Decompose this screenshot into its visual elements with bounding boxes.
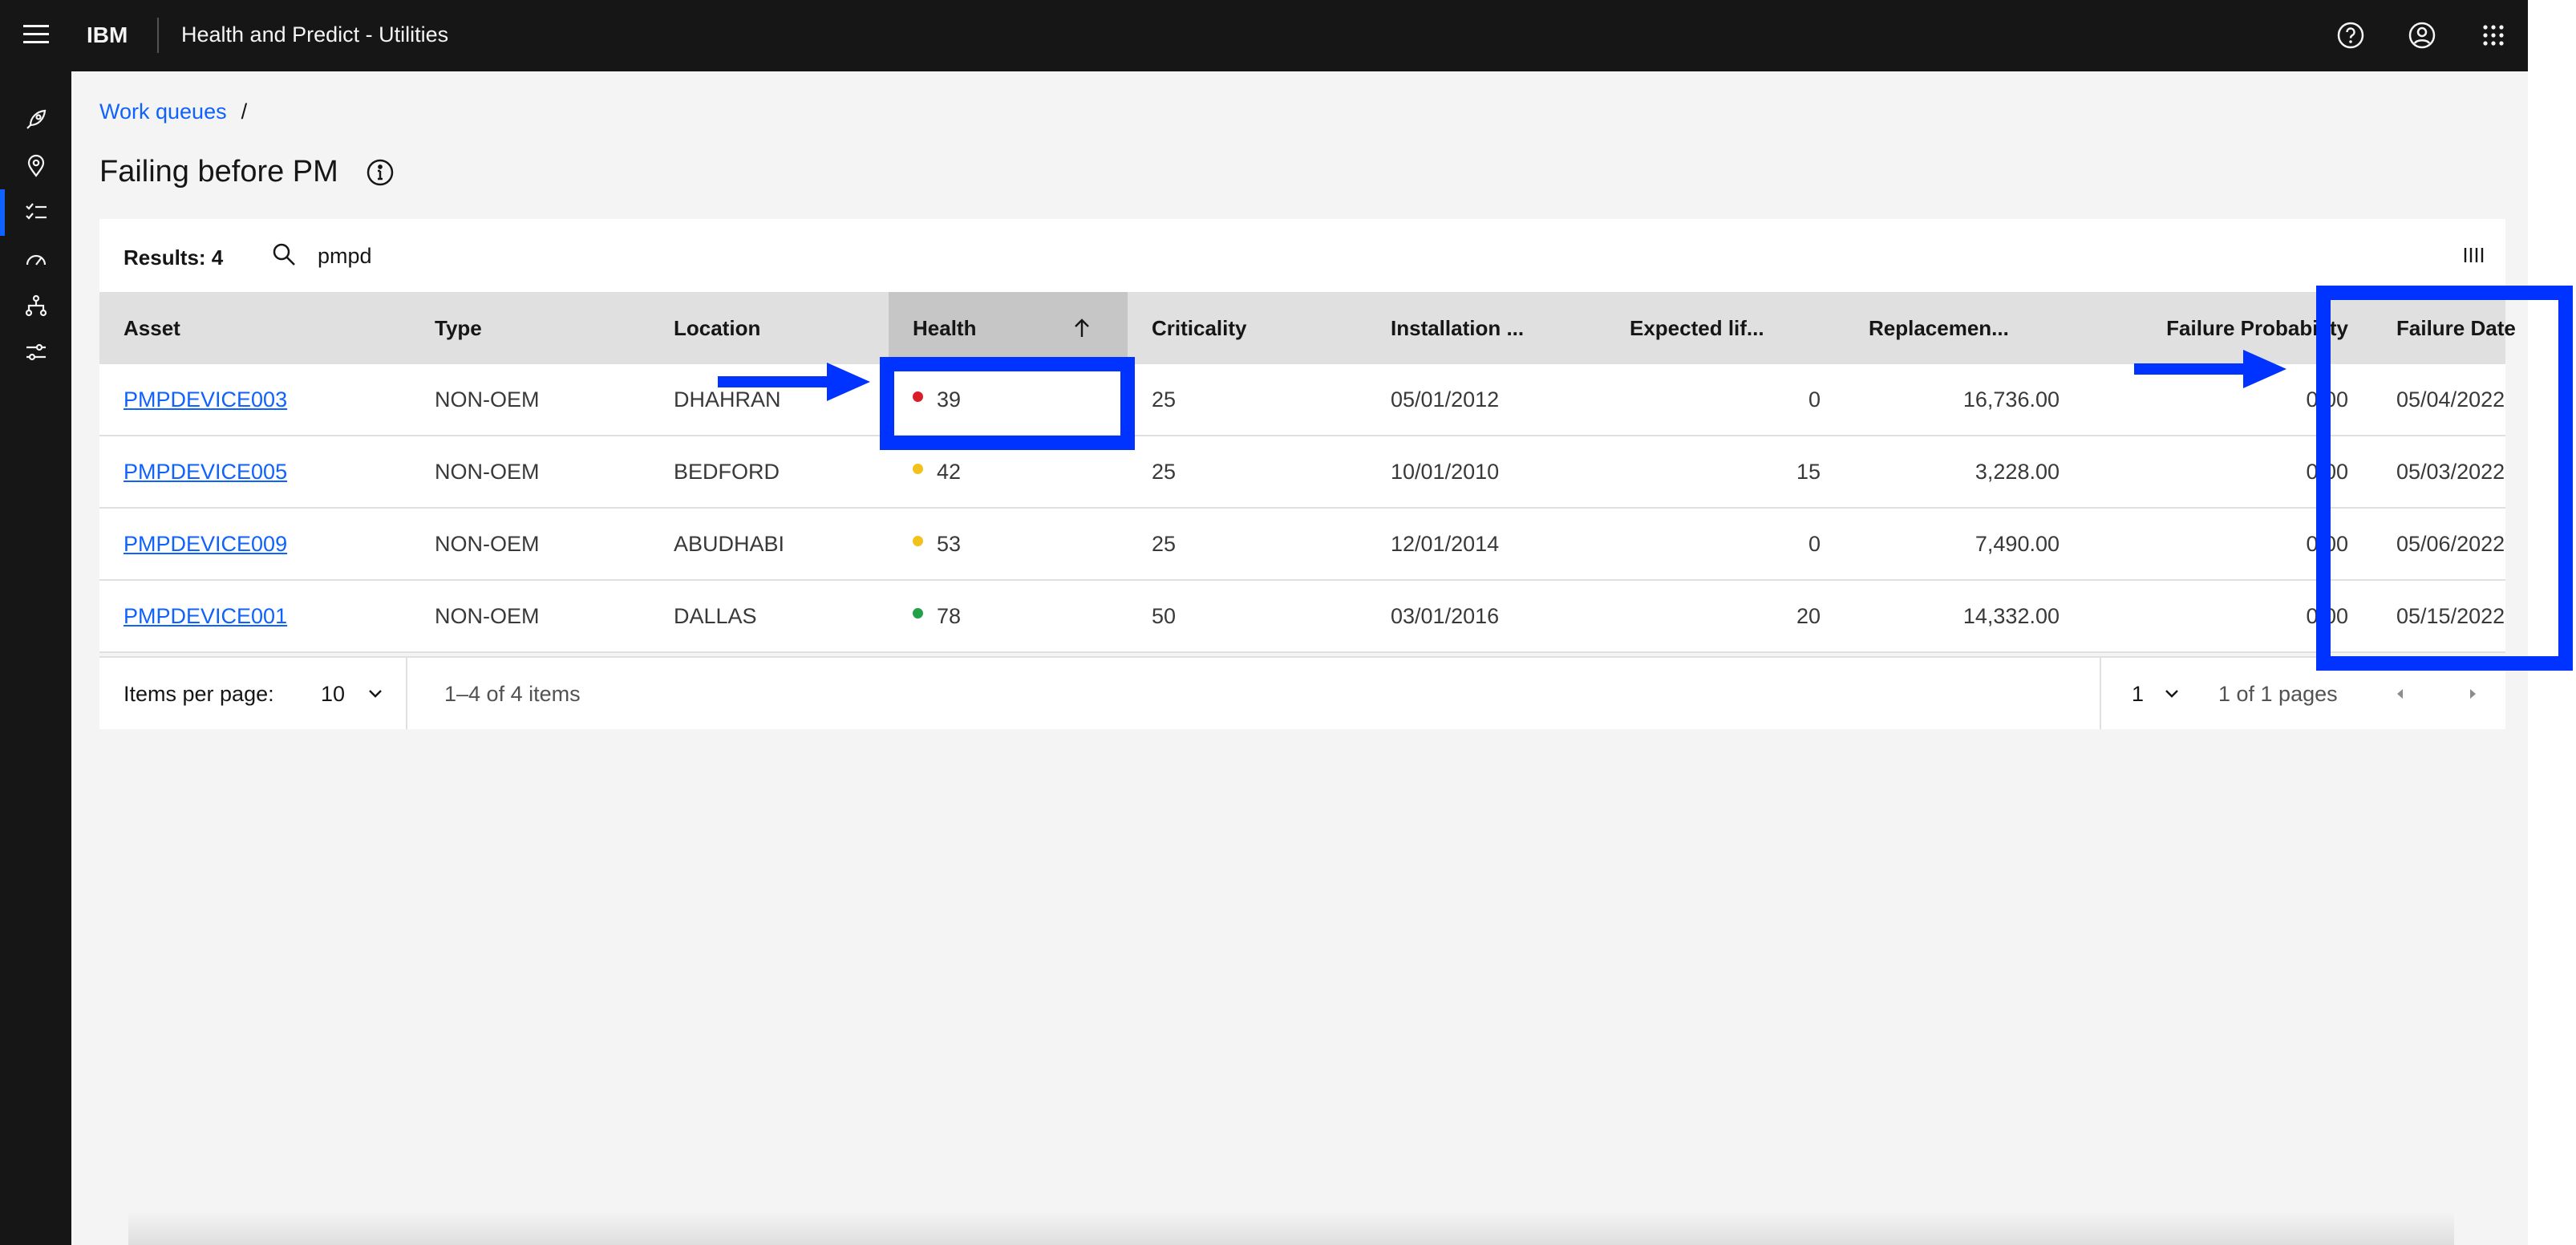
table-row[interactable]: PMPDEVICE009 NON-OEM ABUDHABI 53 25 12/0… <box>99 509 2505 581</box>
asset-cell: PMPDEVICE001 <box>99 581 411 651</box>
bottom-shadow <box>128 1211 2454 1245</box>
breadcrumb: Work queues / <box>99 99 247 124</box>
expected-life-cell: 20 <box>1796 604 1821 628</box>
column-header-location[interactable]: Location <box>650 292 889 364</box>
pagination: Items per page: 10 1–4 of 4 items 1 1 of… <box>99 656 2505 729</box>
column-header-health-label: Health <box>913 316 977 340</box>
installation-cell: 05/01/2012 <box>1391 387 1500 412</box>
user-profile-icon[interactable] <box>2404 18 2440 53</box>
checklist-icon[interactable] <box>0 189 71 236</box>
sort-ascending-icon <box>1075 318 1089 337</box>
column-header-replacement[interactable]: Replacemen... <box>1845 292 2084 364</box>
info-icon[interactable] <box>365 157 395 188</box>
search-icon[interactable] <box>271 241 298 269</box>
app-title: Health and Predict - Utilities <box>181 22 449 47</box>
location-cell: DALLAS <box>674 604 757 628</box>
replacement-cell: 3,228.00 <box>1975 460 2060 484</box>
arrow-right-icon <box>2134 350 2286 388</box>
asset-link[interactable]: PMPDEVICE001 <box>124 604 287 628</box>
column-header-type[interactable]: Type <box>411 292 650 364</box>
pagination-divider <box>2100 658 2101 729</box>
header-divider <box>157 18 159 53</box>
criticality-cell: 25 <box>1152 387 1177 412</box>
criticality-cell: 50 <box>1152 604 1177 628</box>
search-input[interactable]: pmpd <box>318 244 372 269</box>
items-per-page-select[interactable]: 10 <box>321 682 345 707</box>
results-count: Results: 4 <box>124 245 224 270</box>
side-nav <box>0 71 71 1245</box>
asset-cell: PMPDEVICE005 <box>99 436 411 507</box>
installation-cell: 10/01/2010 <box>1391 460 1500 484</box>
app-switcher-icon[interactable] <box>2476 18 2511 53</box>
rocket-icon[interactable] <box>0 96 71 143</box>
health-cell: 53 <box>889 509 1128 579</box>
asset-link[interactable]: PMPDEVICE005 <box>124 460 287 484</box>
help-icon[interactable] <box>2333 18 2368 53</box>
replacement-cell: 14,332.00 <box>1962 604 2060 628</box>
type-cell: NON-OEM <box>435 387 540 412</box>
asset-link[interactable]: PMPDEVICE003 <box>124 387 287 412</box>
type-cell: NON-OEM <box>435 604 540 628</box>
item-range-text: 1–4 of 4 items <box>444 682 581 706</box>
expected-life-cell: 0 <box>1808 532 1821 556</box>
installation-cell: 03/01/2016 <box>1391 604 1500 628</box>
location-cell: ABUDHABI <box>674 532 785 556</box>
column-header-health[interactable]: Health <box>889 292 1128 364</box>
criticality-cell: 25 <box>1152 460 1177 484</box>
column-settings-icon[interactable] <box>2461 241 2486 269</box>
app-shell: IBM Health and Predict - Utilities Work … <box>0 0 2528 1245</box>
top-header: IBM Health and Predict - Utilities <box>0 0 2528 71</box>
menu-icon[interactable] <box>23 25 49 46</box>
arrow-right-icon <box>718 363 870 401</box>
breadcrumb-work-queues-link[interactable]: Work queues <box>99 99 227 124</box>
pagination-divider <box>406 658 407 729</box>
breadcrumb-separator: / <box>241 99 248 124</box>
asset-cell: PMPDEVICE009 <box>99 509 411 579</box>
page-count-text: 1 of 1 pages <box>2218 682 2338 706</box>
location-pin-icon[interactable] <box>0 143 71 189</box>
replacement-cell: 7,490.00 <box>1975 532 2060 556</box>
table-row[interactable]: PMPDEVICE005 NON-OEM BEDFORD 42 25 10/01… <box>99 436 2505 509</box>
chevron-down-icon[interactable] <box>364 682 387 704</box>
health-value: 42 <box>937 460 962 484</box>
health-status-dot <box>913 464 923 474</box>
asset-cell: PMPDEVICE003 <box>99 364 411 435</box>
hierarchy-icon[interactable] <box>0 282 71 329</box>
page-select[interactable]: 1 <box>2132 682 2144 707</box>
asset-link[interactable]: PMPDEVICE009 <box>124 532 287 556</box>
table-row[interactable]: PMPDEVICE001 NON-OEM DALLAS 78 50 03/01/… <box>99 581 2505 653</box>
next-page-icon[interactable] <box>2461 682 2485 706</box>
expected-life-cell: 0 <box>1808 387 1821 412</box>
items-per-page-label: Items per page: <box>124 682 274 706</box>
gauge-icon[interactable] <box>0 236 71 282</box>
health-status-dot <box>913 536 923 546</box>
expected-life-cell: 15 <box>1796 460 1821 484</box>
column-header-asset[interactable]: Asset <box>99 292 411 364</box>
chevron-down-icon[interactable] <box>2161 682 2183 704</box>
table-toolbar: Results: 4 pmpd <box>99 219 2505 292</box>
health-highlight-box <box>880 357 1135 450</box>
previous-page-icon[interactable] <box>2388 682 2412 706</box>
page-title: Failing before PM <box>99 155 338 189</box>
health-cell: 78 <box>889 581 1128 651</box>
settings-adjust-icon[interactable] <box>0 329 71 375</box>
column-header-expected-life[interactable]: Expected lif... <box>1606 292 1845 364</box>
brand-name[interactable]: IBM <box>87 22 128 48</box>
column-header-criticality[interactable]: Criticality <box>1128 292 1367 364</box>
failure-date-highlight-box <box>2316 286 2573 671</box>
health-value: 78 <box>937 604 962 628</box>
health-value: 53 <box>937 532 962 556</box>
health-status-dot <box>913 608 923 618</box>
type-cell: NON-OEM <box>435 532 540 556</box>
criticality-cell: 25 <box>1152 532 1177 556</box>
type-cell: NON-OEM <box>435 460 540 484</box>
replacement-cell: 16,736.00 <box>1962 387 2060 412</box>
location-cell: BEDFORD <box>674 460 780 484</box>
installation-cell: 12/01/2014 <box>1391 532 1500 556</box>
column-header-installation[interactable]: Installation ... <box>1367 292 1606 364</box>
